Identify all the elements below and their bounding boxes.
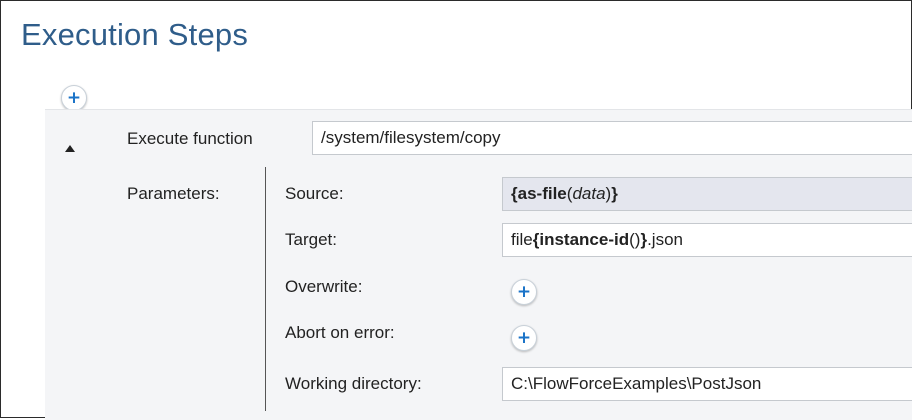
plus-icon: + — [66, 87, 82, 108]
source-label: Source: — [285, 184, 344, 203]
execution-steps-panel: Execution Steps + Execute function /syst… — [0, 0, 912, 420]
working-directory-input[interactable]: C:\FlowForceExamples\PostJson — [502, 367, 912, 401]
overwrite-label: Overwrite: — [285, 277, 363, 296]
expression-argument: data — [572, 184, 606, 203]
expression-function: instance-id — [539, 230, 630, 249]
page-title: Execution Steps — [21, 17, 249, 52]
target-suffix: .json — [647, 230, 683, 249]
expression-function: as-file — [517, 184, 567, 203]
execute-function-label: Execute function — [127, 129, 253, 148]
parameters-label: Parameters: — [127, 184, 220, 203]
target-input[interactable]: file{instance-id()}.json — [502, 223, 912, 257]
working-directory-label: Working directory: — [285, 374, 422, 393]
expression-open-brace: { — [511, 184, 518, 203]
expression-call: () — [629, 230, 641, 249]
expression-close-brace: } — [611, 184, 618, 203]
source-input[interactable]: {as-file(data)} — [502, 177, 912, 211]
abort-on-error-label: Abort on error: — [285, 323, 395, 342]
target-prefix: file — [511, 230, 533, 249]
parameters-divider — [265, 167, 266, 411]
plus-icon: + — [516, 281, 532, 302]
target-label: Target: — [285, 230, 337, 249]
plus-icon: + — [516, 327, 532, 348]
function-path-input[interactable]: /system/filesystem/copy — [312, 121, 912, 155]
add-abort-on-error-value-button[interactable]: + — [511, 325, 537, 351]
collapse-triangle-icon[interactable] — [65, 145, 75, 152]
add-step-button[interactable]: + — [61, 85, 87, 111]
add-overwrite-value-button[interactable]: + — [511, 279, 537, 305]
